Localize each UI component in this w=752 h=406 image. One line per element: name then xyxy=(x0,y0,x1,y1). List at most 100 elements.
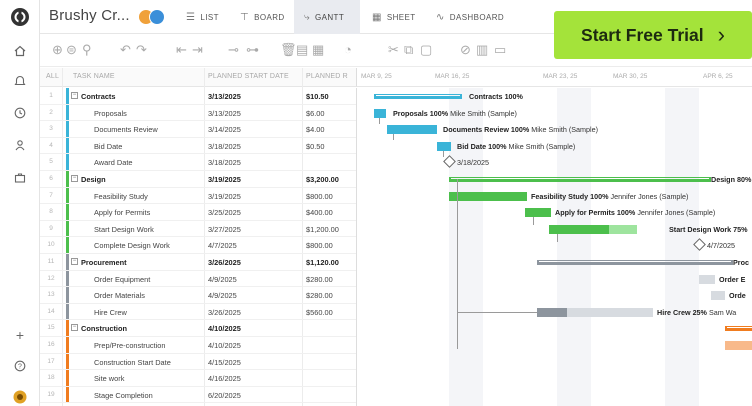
task-name-cell[interactable]: Proposals xyxy=(94,109,127,118)
planned-start-cell[interactable]: 3/26/2025 xyxy=(208,308,304,317)
add-task-icon[interactable]: ⊕ xyxy=(52,43,63,57)
task-name-cell[interactable]: Start Design Work xyxy=(94,225,154,234)
task-name-cell[interactable]: Order Materials xyxy=(94,291,145,300)
planned-start-cell[interactable]: 4/9/2025 xyxy=(208,275,304,284)
task-name-cell[interactable]: Construction Start Date xyxy=(94,358,171,367)
task-group-row[interactable]: 6 − Design 3/19/2025 $3,200.00 xyxy=(40,170,356,188)
task-name-cell[interactable]: Apply for Permits xyxy=(94,208,150,217)
planned-cost-cell[interactable]: $10.50 xyxy=(306,92,329,101)
planned-start-cell[interactable]: 4/15/2025 xyxy=(208,358,304,367)
briefcase-icon[interactable] xyxy=(11,169,29,187)
outdent-icon[interactable]: ⇤ xyxy=(176,43,187,57)
task-row[interactable]: 10 Complete Design Work 4/7/2025 $800.00 xyxy=(40,237,356,254)
task-name-cell[interactable]: Complete Design Work xyxy=(94,241,170,250)
task-row[interactable]: 5 Award Date 3/18/2025 xyxy=(40,154,356,171)
task-name-cell[interactable]: Hire Crew xyxy=(94,308,127,317)
planned-start-cell[interactable]: 4/7/2025 xyxy=(208,241,304,250)
planned-cost-header[interactable]: PLANNED R xyxy=(306,73,354,80)
project-title[interactable]: Brushy Cr... xyxy=(49,7,130,24)
planned-cost-cell[interactable]: $4.00 xyxy=(306,125,325,134)
planned-start-cell[interactable]: 4/10/2025 xyxy=(208,341,304,350)
task-group-row[interactable]: 11 − Procurement 3/26/2025 $1,120.00 xyxy=(40,253,356,271)
task-bar[interactable] xyxy=(525,208,551,218)
summary-bar[interactable] xyxy=(374,94,462,99)
delete-icon[interactable]: 🗑 xyxy=(280,43,297,57)
planned-start-cell[interactable]: 3/26/2025 xyxy=(208,258,304,267)
link-icon[interactable]: ⊸ xyxy=(228,43,239,57)
task-row[interactable]: 12 Order Equipment 4/9/2025 $280.00 xyxy=(40,270,356,288)
tab-gantt[interactable]: ⤷ GANTT xyxy=(294,0,360,34)
unlink-icon[interactable]: ⊶ xyxy=(246,43,259,57)
task-name-cell[interactable]: Prep/Pre-construction xyxy=(94,341,165,350)
planned-cost-cell[interactable]: $0.50 xyxy=(306,142,325,151)
task-row[interactable]: 4 Bid Date 3/18/2025 $0.50 xyxy=(40,137,356,155)
task-row[interactable]: 2 Proposals 3/13/2025 $6.00 xyxy=(40,104,356,122)
add-icon[interactable]: + xyxy=(11,326,29,344)
planned-start-cell[interactable]: 4/16/2025 xyxy=(208,374,304,383)
collapse-icon[interactable]: − xyxy=(71,174,78,182)
member-avatars[interactable] xyxy=(138,9,166,25)
task-bar[interactable] xyxy=(725,341,752,350)
comment-icon[interactable]: ▭ xyxy=(494,43,506,57)
select-all-header[interactable]: ALL xyxy=(46,73,59,80)
notifications-icon[interactable] xyxy=(11,72,29,90)
planned-cost-cell[interactable]: $1,120.00 xyxy=(306,258,339,267)
collapse-icon[interactable]: − xyxy=(71,324,78,332)
task-bar[interactable] xyxy=(549,224,637,234)
task-row[interactable]: 9 Start Design Work 3/27/2025 $1,200.00 xyxy=(40,220,356,238)
paste-icon[interactable]: ▢ xyxy=(420,43,432,57)
summary-bar[interactable] xyxy=(725,326,752,332)
task-name-cell[interactable]: Bid Date xyxy=(94,142,122,151)
task-name-cell[interactable]: Award Date xyxy=(94,158,132,167)
task-name-header[interactable]: TASK NAME xyxy=(73,73,115,80)
tab-dashboard[interactable]: ∿ DASHBOARD xyxy=(426,0,514,34)
paint-icon[interactable]: ▤ xyxy=(296,43,308,57)
task-group-row[interactable]: 1 − Contracts 3/13/2025 $10.50 xyxy=(40,88,356,105)
format-icon[interactable]: ▦ xyxy=(312,43,324,57)
color-icon[interactable]: ◔ xyxy=(344,43,352,57)
planned-cost-cell[interactable]: $3,200.00 xyxy=(306,175,339,184)
home-icon[interactable] xyxy=(11,42,29,60)
task-row[interactable]: 16 Prep/Pre-construction 4/10/2025 xyxy=(40,336,356,354)
planned-start-cell[interactable]: 3/18/2025 xyxy=(208,142,304,151)
task-name-cell[interactable]: Design xyxy=(81,175,106,184)
planned-start-cell[interactable]: 3/19/2025 xyxy=(208,192,304,201)
search-icon[interactable]: ⚲ xyxy=(82,43,92,57)
planned-start-cell[interactable]: 3/19/2025 xyxy=(208,175,304,184)
copy-icon[interactable]: ⧉ xyxy=(404,43,413,57)
planned-start-cell[interactable]: 3/27/2025 xyxy=(208,225,304,234)
planned-start-cell[interactable]: 3/13/2025 xyxy=(208,92,304,101)
planned-start-cell[interactable]: 3/18/2025 xyxy=(208,158,304,167)
indent-icon[interactable]: ⊜ xyxy=(66,43,77,57)
task-row[interactable]: 3 Documents Review 3/14/2025 $4.00 xyxy=(40,121,356,138)
planned-cost-cell[interactable]: $400.00 xyxy=(306,208,333,217)
task-bar[interactable] xyxy=(374,108,386,118)
task-row[interactable]: 13 Order Materials 4/9/2025 $280.00 xyxy=(40,287,356,304)
task-row[interactable]: 18 Site work 4/16/2025 xyxy=(40,370,356,387)
task-bar[interactable] xyxy=(387,125,437,135)
task-row[interactable]: 14 Hire Crew 3/26/2025 $560.00 xyxy=(40,303,356,321)
task-name-cell[interactable]: Stage Completion xyxy=(94,391,153,400)
planned-cost-cell[interactable]: $800.00 xyxy=(306,192,333,201)
task-bar[interactable] xyxy=(711,291,725,301)
planned-cost-cell[interactable]: $560.00 xyxy=(306,308,333,317)
task-bar[interactable] xyxy=(449,191,527,201)
collapse-icon[interactable]: − xyxy=(71,92,78,99)
clock-icon[interactable] xyxy=(11,104,29,122)
task-name-cell[interactable]: Site work xyxy=(94,374,124,383)
undo-icon[interactable]: ↶ xyxy=(120,43,131,57)
tab-sheet[interactable]: ▦ SHEET xyxy=(362,0,426,34)
task-bar[interactable] xyxy=(437,141,451,151)
attach-icon[interactable]: ⊘ xyxy=(460,43,471,57)
task-name-cell[interactable]: Construction xyxy=(81,324,127,333)
planned-start-cell[interactable]: 4/10/2025 xyxy=(208,324,304,333)
task-name-cell[interactable]: Procurement xyxy=(81,258,127,267)
summary-bar[interactable] xyxy=(537,260,733,265)
user-avatar-icon[interactable] xyxy=(11,388,29,406)
collapse-icon[interactable]: − xyxy=(71,257,78,265)
planned-cost-cell[interactable]: $800.00 xyxy=(306,241,333,250)
logo-icon[interactable] xyxy=(9,6,31,28)
task-row[interactable]: 7 Feasibility Study 3/19/2025 $800.00 xyxy=(40,187,356,205)
task-group-row[interactable]: 15 − Construction 4/10/2025 xyxy=(40,320,356,337)
team-icon[interactable] xyxy=(11,136,29,154)
